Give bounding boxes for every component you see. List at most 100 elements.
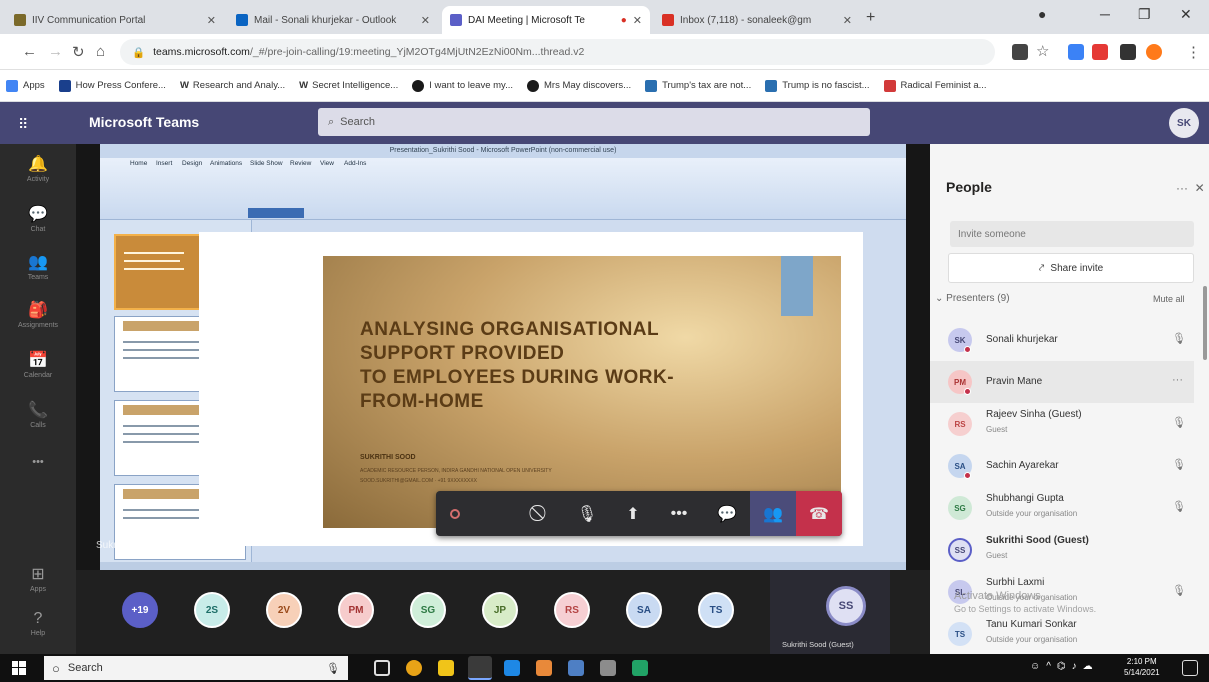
close-tab-icon[interactable]: ✕	[843, 14, 852, 27]
bookmark-item[interactable]: Radical Feminist a...	[883, 79, 987, 92]
more-icon[interactable]: ···	[1176, 181, 1188, 195]
browser-tab[interactable]: Mail - Sonali khurjekar - Outlook ✕	[228, 6, 438, 34]
chevron-up-icon[interactable]: ^	[1046, 661, 1057, 672]
bookmark-star-icon[interactable]: ☆	[1036, 42, 1049, 60]
participant-row[interactable]: SG Shubhangi Gupta Outside your organisa…	[930, 487, 1194, 529]
hang-up-button[interactable]: ☎	[796, 491, 842, 536]
snipping-tool-icon[interactable]	[600, 660, 616, 676]
maximize-button[interactable]: ❐	[1138, 6, 1151, 23]
bookmark-item[interactable]: I want to leave my...	[412, 79, 513, 92]
new-tab-button[interactable]: +	[866, 9, 875, 27]
mic-off-button[interactable]: 🎙	[564, 491, 610, 536]
task-view-icon[interactable]	[374, 660, 390, 676]
taskbar-search-input[interactable]: ○ Search 🎙	[44, 656, 348, 680]
participant-row[interactable]: SA Sachin Ayarekar 🎙	[930, 445, 1194, 487]
bookmark-item[interactable]: Trump is no fascist...	[765, 79, 870, 92]
bookmark-item[interactable]: W Secret Intelligence...	[299, 80, 398, 91]
bookmark-item[interactable]: Trump's tax are not...	[645, 79, 751, 92]
close-tab-icon[interactable]: ✕	[421, 14, 430, 27]
rail-calls[interactable]: 📞 Calls	[0, 400, 76, 429]
avatar: RS	[948, 412, 972, 436]
close-tab-icon[interactable]: ✕	[207, 14, 216, 27]
rail-help[interactable]: ? Help	[0, 610, 76, 637]
mute-all-button[interactable]: Mute all	[1153, 294, 1185, 304]
network-icon[interactable]: ⌬	[1057, 661, 1072, 672]
back-arrow-icon[interactable]: ←	[22, 43, 37, 60]
photos-icon[interactable]	[568, 660, 584, 676]
reload-icon[interactable]: ↻	[72, 43, 85, 61]
participants-button[interactable]: 👥	[750, 491, 796, 536]
browser-tab[interactable]: IIV Communication Portal ✕	[6, 6, 224, 34]
rail-assignments[interactable]: 🎒 Assignments	[0, 300, 76, 329]
more-actions-button[interactable]: •••	[656, 491, 702, 536]
windows-start-icon[interactable]	[12, 661, 26, 675]
rail-calendar[interactable]: 📅 Calendar	[0, 350, 76, 379]
share-screen-button[interactable]: ⬆	[610, 491, 656, 536]
taskbar-clock[interactable]: 2:10 PM 5/14/2021	[1124, 656, 1160, 678]
rail-chat[interactable]: 💬 Chat	[0, 204, 76, 233]
presenters-header[interactable]: ⌄ Presenters (9)	[935, 293, 1010, 304]
skype-icon[interactable]	[504, 660, 520, 676]
kebab-menu-icon[interactable]: ⋮	[1186, 43, 1201, 61]
forward-arrow-icon[interactable]: →	[48, 43, 63, 60]
extension-icon[interactable]	[1092, 44, 1108, 60]
browser-tab-active[interactable]: DAI Meeting | Microsoft Te ● ✕	[442, 6, 650, 34]
excel-icon[interactable]	[632, 660, 648, 676]
participant-avatar[interactable]: SG	[410, 592, 446, 628]
bookmark-item[interactable]: How Press Confere...	[58, 79, 166, 92]
home-icon[interactable]: ⌂	[96, 43, 105, 60]
overflow-participants[interactable]: +19	[122, 592, 158, 628]
participant-avatar[interactable]: TS	[698, 592, 734, 628]
invite-input[interactable]: Invite someone	[950, 221, 1194, 247]
teams-icon: 👥	[28, 254, 48, 271]
avatar[interactable]: SK	[1169, 108, 1199, 138]
close-tab-icon[interactable]: ✕	[633, 14, 642, 27]
powerpoint-icon[interactable]	[536, 660, 552, 676]
profile-icon[interactable]: ●	[1038, 6, 1046, 22]
bookmark-item[interactable]: Mrs May discovers...	[527, 79, 631, 92]
rail-more[interactable]: •••	[0, 456, 76, 470]
participant-row[interactable]: SK Sonali khurjekar 🎙	[930, 319, 1194, 361]
participant-avatar[interactable]: 2S	[194, 592, 230, 628]
participant-row[interactable]: RS Rajeev Sinha (Guest) Guest 🎙	[930, 403, 1194, 445]
extension-icon[interactable]	[1012, 44, 1028, 60]
participant-avatar[interactable]: SA	[626, 592, 662, 628]
app-launcher-icon[interactable]: ⠿	[18, 116, 28, 133]
onedrive-icon[interactable]: ☁	[1083, 661, 1099, 672]
minimize-button[interactable]: ─	[1100, 6, 1110, 22]
firefox-icon[interactable]	[406, 660, 422, 676]
extension-icon[interactable]	[1068, 44, 1084, 60]
search-input[interactable]: ⌕ Search	[318, 108, 870, 136]
system-tray[interactable]: ☺^⌬♪☁	[1030, 661, 1099, 672]
participant-row[interactable]: SS Sukrithi Sood (Guest) Guest	[930, 529, 1194, 571]
notifications-icon[interactable]	[1182, 660, 1198, 676]
camera-off-button[interactable]: ⃠	[518, 491, 564, 536]
puzzle-icon[interactable]	[1120, 44, 1136, 60]
participant-row[interactable]: TS Tanu Kumari Sonkar Outside your organ…	[930, 613, 1194, 655]
panel-actions[interactable]: ··· ✕	[1176, 181, 1205, 195]
chat-button[interactable]: 💬	[704, 491, 750, 536]
rail-teams[interactable]: 👥 Teams	[0, 252, 76, 281]
file-explorer-icon[interactable]	[438, 660, 454, 676]
bookmark-item[interactable]: W Research and Analy...	[180, 80, 285, 91]
rail-activity[interactable]: 🔔 Activity	[0, 154, 76, 183]
bookmark-apps[interactable]: Apps	[6, 79, 45, 92]
close-window-button[interactable]: ✕	[1180, 6, 1192, 23]
chrome-icon[interactable]	[468, 656, 492, 680]
avatar-icon[interactable]	[1146, 44, 1162, 60]
people-icon[interactable]: ☺	[1030, 661, 1046, 672]
more-icon[interactable]: ···	[1172, 374, 1183, 386]
participant-avatar[interactable]: PM	[338, 592, 374, 628]
address-bar[interactable]: 🔒 teams.microsoft.com /_#/pre-join-calli…	[120, 39, 995, 65]
share-invite-button[interactable]: ⤤ Share invite	[948, 253, 1194, 283]
rail-apps[interactable]: ⊞ Apps	[0, 564, 76, 593]
volume-icon[interactable]: ♪	[1072, 661, 1083, 672]
participant-avatar[interactable]: JP	[482, 592, 518, 628]
close-icon[interactable]: ✕	[1195, 181, 1205, 195]
participant-avatar[interactable]: 2V	[266, 592, 302, 628]
panel-scrollbar[interactable]	[1203, 286, 1207, 360]
participant-row[interactable]: PM Pravin Mane ···	[930, 361, 1194, 403]
participant-avatar[interactable]: RS	[554, 592, 590, 628]
browser-tab[interactable]: Inbox (7,118) - sonaleek@gm ✕	[654, 6, 860, 34]
microphone-icon[interactable]: 🎙	[326, 662, 340, 675]
